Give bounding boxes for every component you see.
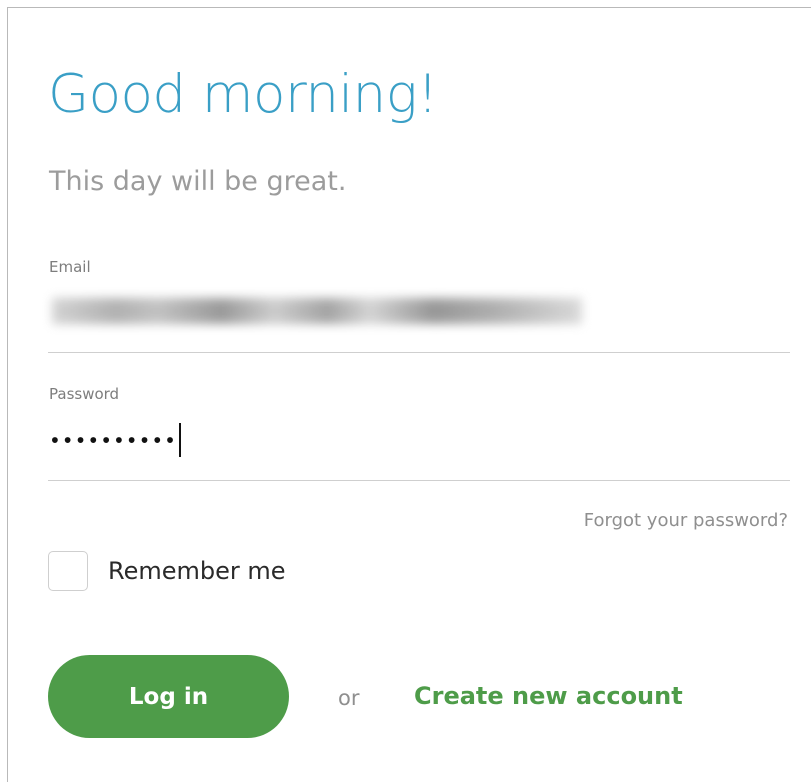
- page-subtitle: This day will be great.: [49, 166, 347, 197]
- forgot-password-link[interactable]: Forgot your password?: [584, 510, 788, 531]
- password-divider: [48, 480, 790, 481]
- or-separator: or: [338, 686, 360, 710]
- login-button[interactable]: Log in: [48, 655, 289, 738]
- email-label: Email: [49, 258, 91, 276]
- password-label: Password: [49, 385, 120, 403]
- email-input[interactable]: [48, 293, 790, 329]
- remember-me-checkbox[interactable]: [48, 551, 88, 591]
- password-input[interactable]: [48, 420, 790, 456]
- page-title: Good morning!: [48, 64, 438, 125]
- email-divider: [48, 352, 790, 353]
- remember-me-row[interactable]: Remember me: [48, 549, 286, 593]
- create-account-link[interactable]: Create new account: [414, 682, 683, 710]
- remember-me-label: Remember me: [108, 557, 286, 585]
